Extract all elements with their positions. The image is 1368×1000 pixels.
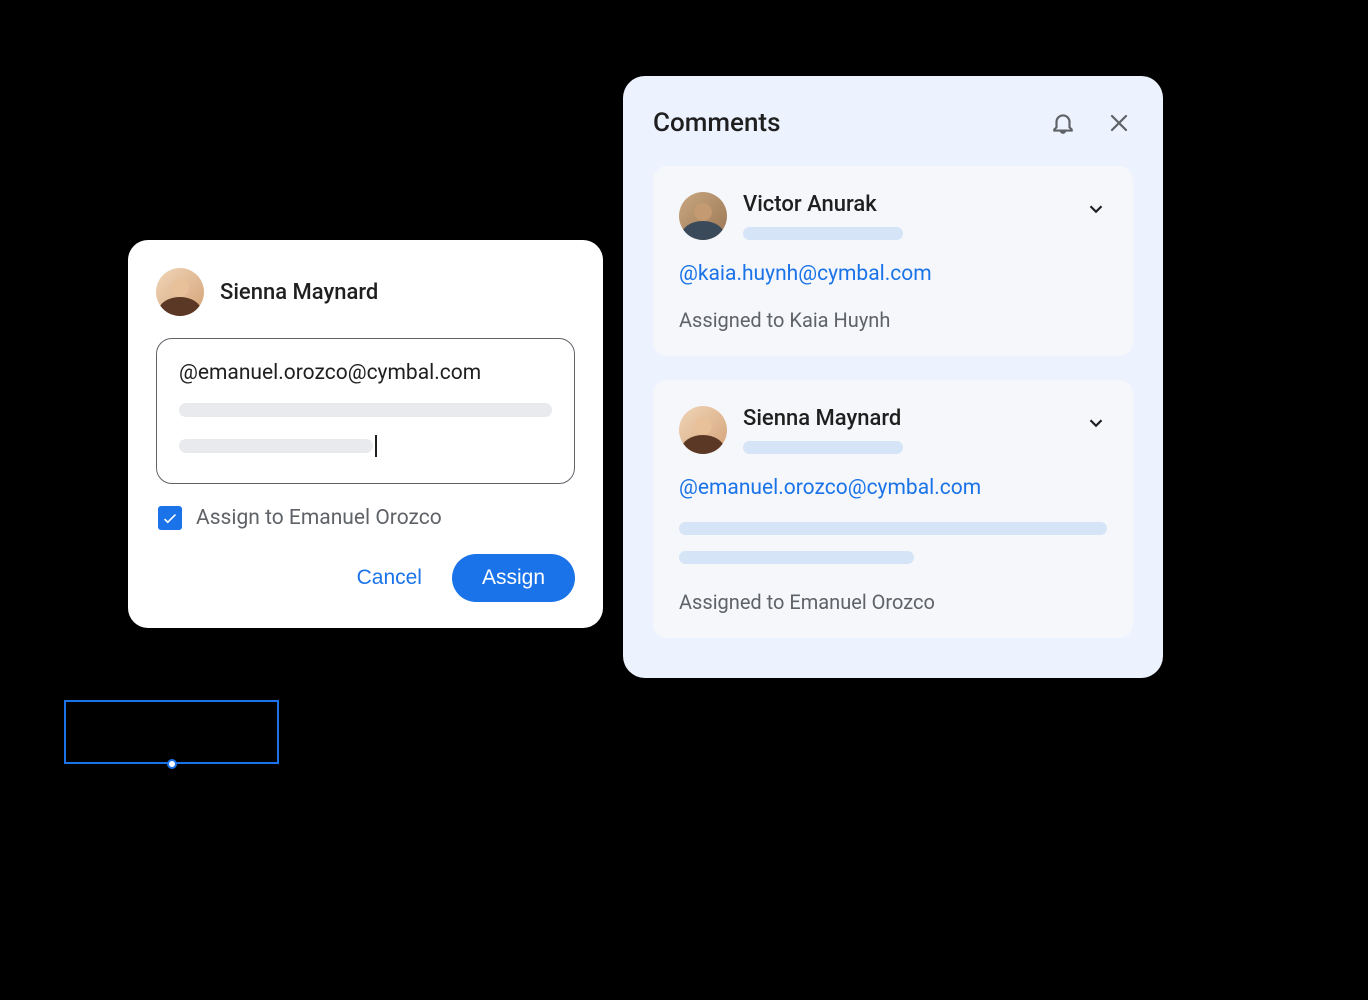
comment-input[interactable]: @emanuel.orozco@cymbal.com bbox=[156, 338, 575, 484]
compose-comment-card: Sienna Maynard @emanuel.orozco@cymbal.co… bbox=[128, 240, 603, 628]
placeholder-line bbox=[679, 522, 1107, 535]
placeholder-line bbox=[179, 403, 552, 417]
text-cursor bbox=[375, 435, 377, 457]
comment-mention[interactable]: @emanuel.orozco@cymbal.com bbox=[679, 476, 1107, 500]
compose-header: Sienna Maynard bbox=[156, 268, 575, 316]
cell-selection-box bbox=[64, 700, 279, 764]
comment-card[interactable]: Victor Anurak @kaia.huynh@cymbal.com Ass… bbox=[653, 166, 1133, 356]
avatar bbox=[679, 406, 727, 454]
compose-author: Sienna Maynard bbox=[220, 280, 378, 305]
bell-icon bbox=[1050, 110, 1076, 136]
assign-checkbox[interactable] bbox=[158, 506, 182, 530]
avatar bbox=[156, 268, 204, 316]
comment-mention-text: @emanuel.orozco@cymbal.com bbox=[179, 361, 552, 385]
assign-checkbox-row: Assign to Emanuel Orozco bbox=[156, 506, 575, 530]
comment-assigned-to: Assigned to Kaia Huynh bbox=[679, 308, 1107, 332]
expand-toggle[interactable] bbox=[1085, 412, 1107, 438]
placeholder-line bbox=[743, 441, 903, 454]
selection-handle[interactable] bbox=[167, 759, 177, 769]
placeholder-line bbox=[743, 227, 903, 240]
placeholder-line bbox=[679, 551, 914, 564]
comment-author: Victor Anurak bbox=[743, 192, 1069, 217]
placeholder-line bbox=[179, 439, 373, 453]
comment-card[interactable]: Sienna Maynard @emanuel.orozco@cymbal.co… bbox=[653, 380, 1133, 638]
avatar bbox=[679, 192, 727, 240]
chevron-down-icon bbox=[1085, 198, 1107, 220]
close-icon bbox=[1107, 111, 1131, 135]
assign-button[interactable]: Assign bbox=[452, 554, 575, 602]
notifications-button[interactable] bbox=[1049, 109, 1077, 137]
comment-author: Sienna Maynard bbox=[743, 406, 1069, 431]
cancel-button[interactable]: Cancel bbox=[335, 554, 444, 602]
close-button[interactable] bbox=[1105, 109, 1133, 137]
expand-toggle[interactable] bbox=[1085, 198, 1107, 224]
comments-panel: Comments Victor Anurak @kaia.huynh@cymba… bbox=[623, 76, 1163, 678]
comments-header: Comments bbox=[653, 108, 1133, 138]
comment-mention[interactable]: @kaia.huynh@cymbal.com bbox=[679, 262, 1107, 286]
assign-checkbox-label: Assign to Emanuel Orozco bbox=[196, 506, 442, 530]
comment-assigned-to: Assigned to Emanuel Orozco bbox=[679, 590, 1107, 614]
compose-actions: Cancel Assign bbox=[156, 554, 575, 602]
chevron-down-icon bbox=[1085, 412, 1107, 434]
comments-title: Comments bbox=[653, 108, 780, 138]
check-icon bbox=[161, 509, 179, 527]
